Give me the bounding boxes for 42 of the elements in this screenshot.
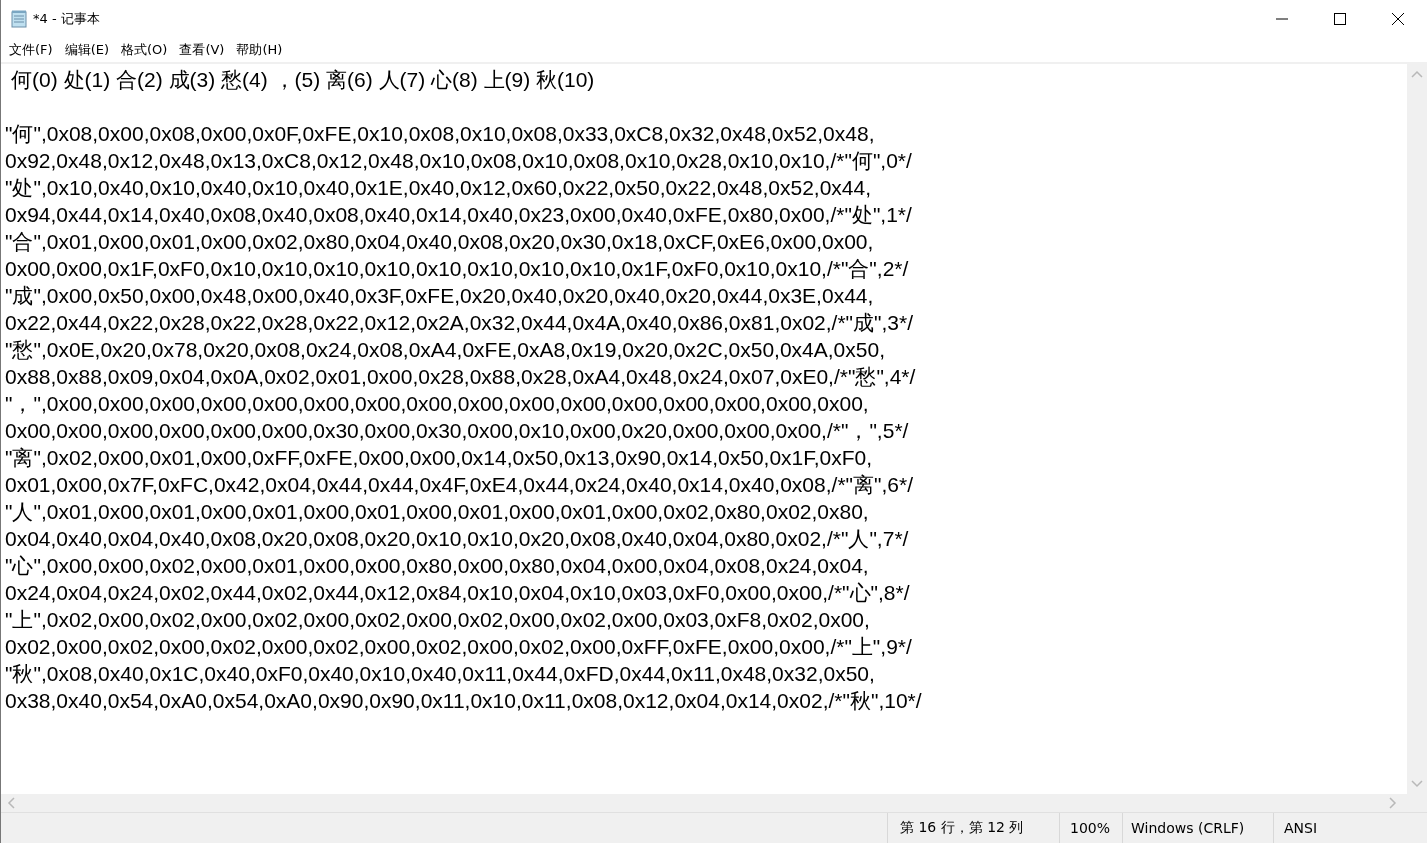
text-line: 0x88,0x88,0x09,0x04,0x0A,0x02,0x01,0x00,0x28,0x88,0x28,0xA4,0x48,0x24,0x07,0xE0,/*"愁",4*/: [5, 364, 917, 390]
text-line: "合",0x01,0x00,0x01,0x00,0x02,0x80,0x04,0x40,0x08,0x20,0x30,0x18,0xCF,0xE6,0x00,0x00,: [5, 229, 875, 255]
cursor-position: 第 16 行，第 12 列: [887, 813, 1059, 843]
text-line: 0x24,0x04,0x24,0x02,0x44,0x02,0x44,0x12,0x84,0x10,0x04,0x10,0x03,0xF0,0x00,0x00,/*"心",8*/: [5, 580, 911, 606]
menu-item[interactable]: 查看(V): [173, 41, 231, 59]
text-line: 0x00,0x00,0x00,0x00,0x00,0x00,0x30,0x00,0x30,0x00,0x10,0x00,0x20,0x00,0x00,0x00,/*"，",5*/: [5, 418, 910, 444]
text-line: "上",0x02,0x00,0x02,0x00,0x02,0x00,0x02,0x00,0x02,0x00,0x02,0x00,0x03,0xF8,0x02,0x00,: [5, 607, 871, 633]
text-line: 0x94,0x44,0x14,0x40,0x08,0x40,0x08,0x40,0x14,0x40,0x23,0x00,0x40,0xFE,0x80,0x00,/*"处",1*/: [5, 202, 913, 228]
text-line: "处",0x10,0x40,0x10,0x40,0x10,0x40,0x1E,0x40,0x12,0x60,0x22,0x50,0x22,0x48,0x52,0x44,: [5, 175, 873, 201]
horizontal-scrollbar[interactable]: [1, 794, 1427, 812]
text-line: 0x02,0x00,0x02,0x00,0x02,0x00,0x02,0x00,0x02,0x00,0x02,0x00,0xFF,0xFE,0x00,0x00,/*"上",9*/: [5, 634, 913, 660]
zoom-level: 100%: [1059, 813, 1122, 843]
text-line: 0x00,0x00,0x1F,0xF0,0x10,0x10,0x10,0x10,0x10,0x10,0x10,0x10,0x1F,0xF0,0x10,0x10,/*"合",2*/: [5, 256, 910, 282]
text-line: 0x04,0x40,0x04,0x40,0x08,0x20,0x08,0x20,0x10,0x10,0x20,0x08,0x40,0x04,0x80,0x02,/*"人",7*/: [5, 526, 910, 552]
text-line: 何(0) 处(1) 合(2) 成(3) 愁(4) ，(5) 离(6) 人(7) 心(8) 上(9) 秋(10): [10, 67, 596, 93]
scroll-right-icon[interactable]: [1389, 797, 1397, 809]
text-line: "秋",0x08,0x40,0x1C,0x40,0xF0,0x40,0x10,0x40,0x11,0x44,0xFD,0x44,0x11,0x48,0x32,0x50,: [5, 661, 876, 687]
scroll-down-icon[interactable]: [1411, 780, 1423, 788]
text-line: "愁",0x0E,0x20,0x78,0x20,0x08,0x24,0x08,0xA4,0xFE,0xA8,0x19,0x20,0x2C,0x50,0x4A,0x50,: [5, 337, 886, 363]
line-ending: Windows (CRLF): [1122, 813, 1273, 843]
text-line: 0x01,0x00,0x7F,0xFC,0x42,0x04,0x44,0x44,0x4F,0xE4,0x44,0x24,0x40,0x14,0x40,0x08,/*"离",6*/: [5, 472, 914, 498]
window-title: *4 - 记事本: [33, 10, 100, 28]
menu-item[interactable]: 编辑(E): [58, 41, 115, 59]
text-line: "人",0x01,0x00,0x01,0x00,0x01,0x00,0x01,0x00,0x01,0x00,0x01,0x00,0x02,0x80,0x02,0x80,: [5, 499, 870, 525]
scroll-up-icon[interactable]: [1411, 70, 1423, 78]
menu-item[interactable]: 帮助(H): [230, 41, 289, 59]
text-line: "，",0x00,0x00,0x00,0x00,0x00,0x00,0x00,0x00,0x00,0x00,0x00,0x00,0x00,0x00,0x00,0x00,: [5, 391, 870, 417]
text-line: "心",0x00,0x00,0x02,0x00,0x01,0x00,0x00,0x80,0x00,0x80,0x04,0x00,0x04,0x08,0x24,0x04,: [5, 553, 870, 579]
text-line: "何",0x08,0x00,0x08,0x00,0x0F,0xFE,0x10,0x08,0x10,0x08,0x33,0xC8,0x32,0x48,0x52,0x48,: [5, 121, 876, 147]
menu-item[interactable]: 格式(O): [115, 41, 174, 59]
close-icon: [1392, 13, 1404, 25]
vertical-scrollbar[interactable]: [1407, 64, 1427, 794]
notepad-icon: [11, 10, 27, 28]
scroll-left-icon[interactable]: [7, 797, 15, 809]
text-line: "离",0x02,0x00,0x01,0x00,0xFF,0xFE,0x00,0x00,0x14,0x50,0x13,0x90,0x14,0x50,0x1F,0xF0,: [5, 445, 874, 471]
encoding: ANSI: [1273, 813, 1427, 843]
text-line: 0x22,0x44,0x22,0x28,0x22,0x28,0x22,0x12,0x2A,0x32,0x44,0x4A,0x40,0x86,0x81,0x02,/*"成",3*/: [5, 310, 915, 336]
menu-item[interactable]: 文件(F): [3, 41, 59, 59]
text-line: 0x92,0x48,0x12,0x48,0x13,0xC8,0x12,0x48,0x10,0x08,0x10,0x08,0x10,0x28,0x10,0x10,/*"何",0*/: [5, 148, 913, 174]
maximize-icon: [1334, 13, 1346, 25]
text-line: 0x38,0x40,0x54,0xA0,0x54,0xA0,0x90,0x90,0x11,0x10,0x11,0x08,0x12,0x04,0x14,0x02,/*"秋",10*/: [5, 688, 923, 714]
text-line: "成",0x00,0x50,0x00,0x48,0x00,0x40,0x3F,0xFE,0x20,0x40,0x20,0x40,0x20,0x44,0x3E,0x44,: [5, 283, 875, 309]
